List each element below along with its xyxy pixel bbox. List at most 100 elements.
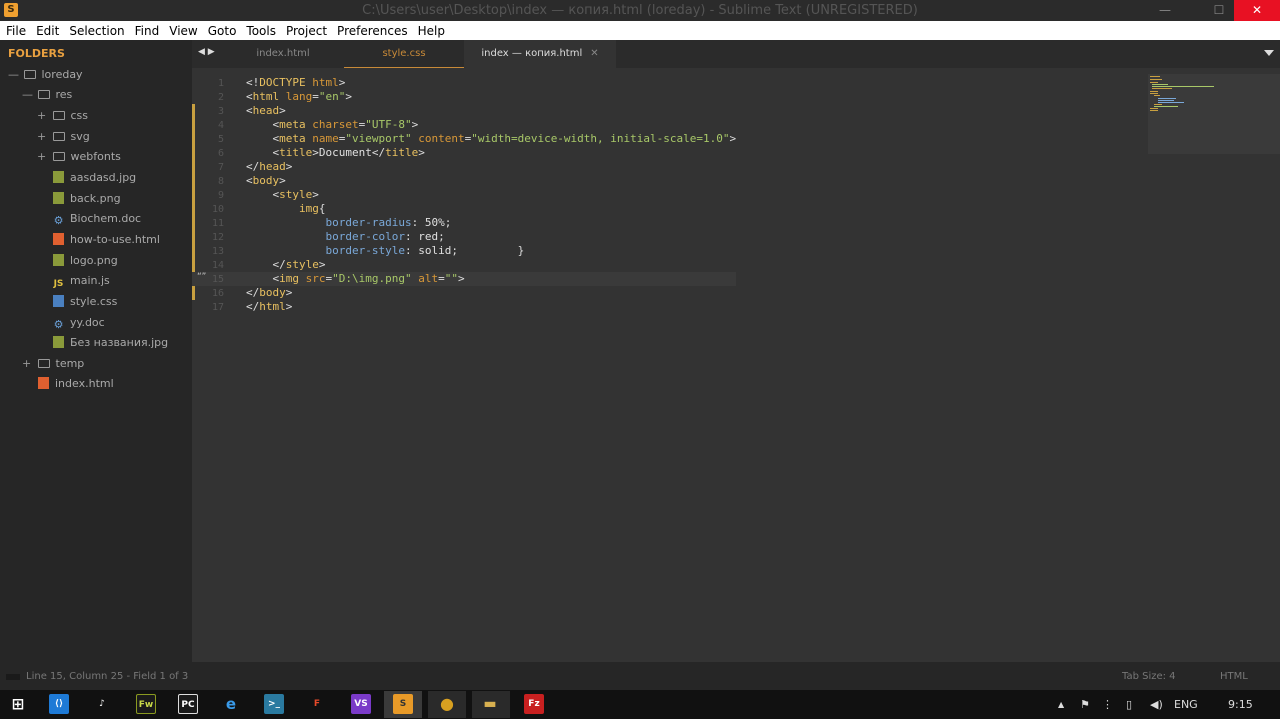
folder-loreday[interactable]: — loreday <box>8 65 83 85</box>
code-area[interactable]: 1 <!DOCTYPE html> 2 <html lang="en"> 3 <hea… <box>192 76 737 314</box>
file-back-png[interactable]: back.png <box>53 189 121 209</box>
title-bar: S C:\Users\user\Desktop\index — копия.ht… <box>0 0 1280 21</box>
flag-icon[interactable]: ⚑ <box>1080 698 1090 711</box>
tab-label: index — копия.html <box>481 48 583 59</box>
code-line: 3 <head> <box>217 104 286 117</box>
fireworks-icon[interactable]: Fw <box>136 694 156 714</box>
edge-icon[interactable]: e <box>221 694 241 714</box>
close-button[interactable]: ✕ <box>1234 0 1280 21</box>
menu-help[interactable]: Help <box>418 24 445 38</box>
menu-tools[interactable]: Tools <box>246 24 276 38</box>
minimize-button[interactable]: — <box>1142 0 1188 21</box>
windows-start-icon[interactable]: ⊞ <box>8 694 28 714</box>
menu-find[interactable]: Find <box>135 24 160 38</box>
folder-icon <box>52 132 65 141</box>
file-index-html[interactable]: index.html <box>38 374 114 394</box>
menu-edit[interactable]: Edit <box>36 24 59 38</box>
collapse-icon[interactable]: — <box>8 65 20 85</box>
tab-label: style.css <box>382 48 426 59</box>
clock[interactable]: 9:15 <box>1228 698 1253 711</box>
panel-toggle-icon[interactable] <box>6 674 20 680</box>
folder-res[interactable]: — res <box>22 85 72 105</box>
file-biochem-doc[interactable]: ⚙ Biochem.doc <box>53 209 142 229</box>
image-file-icon <box>53 171 64 183</box>
tiktok-icon[interactable]: ♪ <box>92 694 112 714</box>
code-line: 1 <!DOCTYPE html> <box>217 76 346 89</box>
file-logo-png[interactable]: logo.png <box>53 251 118 271</box>
collapse-icon[interactable]: — <box>22 85 34 105</box>
sublime-text-icon[interactable]: S <box>393 694 413 714</box>
code-line: 7 </head> <box>217 160 293 173</box>
folder-temp[interactable]: + temp <box>22 354 84 374</box>
tab-close-icon[interactable]: ✕ <box>590 48 598 59</box>
expand-icon[interactable]: + <box>37 127 49 147</box>
network-icon[interactable]: ⋮ <box>1102 698 1113 711</box>
menu-view[interactable]: View <box>169 24 197 38</box>
tab-dropdown-icon[interactable] <box>1264 50 1274 56</box>
file-label: yy.doc <box>70 316 105 329</box>
file-how-to-use-html[interactable]: how-to-use.html <box>53 230 160 250</box>
file-yy-doc[interactable]: ⚙ yy.doc <box>53 313 105 333</box>
taskbar: ⊞ ⟨⟩ ♪ Fw PC e >_ F VS S ● ▬ Fz ▲ ⚑ ⋮ ▯ … <box>0 690 1280 719</box>
code-line: 6 <title>Document</title> <box>217 146 425 159</box>
tab-nav-arrows[interactable]: ◀ ▶ <box>198 47 215 57</box>
file-label: Biochem.doc <box>70 212 142 225</box>
file-explorer-icon[interactable]: ▬ <box>480 694 500 714</box>
gear-icon: ⚙ <box>53 214 64 227</box>
battery-icon[interactable]: ▯ <box>1126 698 1132 711</box>
tab-index-html[interactable]: index.html <box>224 40 342 68</box>
tab-index-kopiya-html[interactable]: index — копия.html ✕ <box>464 40 616 68</box>
folder-label: loreday <box>41 68 83 81</box>
code-line: 2 <html lang="en"> <box>217 90 352 103</box>
visual-studio-icon[interactable]: VS <box>351 694 371 714</box>
sidebar-header: FOLDERS <box>8 47 65 60</box>
folder-icon <box>52 152 65 161</box>
folder-svg[interactable]: + svg <box>37 127 90 147</box>
minimap[interactable] <box>1148 74 1280 154</box>
window-title: C:\Users\user\Desktop\index — копия.html… <box>362 3 918 18</box>
menu-bar: File Edit Selection Find View Goto Tools… <box>0 21 1280 40</box>
code-editor[interactable]: 1 <!DOCTYPE html> 2 <html lang="en"> 3 <hea… <box>192 68 1280 662</box>
tab-size-selector[interactable]: Tab Size: 4 <box>1122 671 1176 682</box>
folder-icon <box>23 70 36 79</box>
figma-icon[interactable]: F <box>307 694 327 714</box>
css-file-icon <box>53 295 64 307</box>
language-indicator[interactable]: ENG <box>1174 698 1198 711</box>
sidebar: FOLDERS — loreday — res + css + svg + we… <box>0 40 192 662</box>
file-style-css[interactable]: style.css <box>53 292 117 312</box>
menu-project[interactable]: Project <box>286 24 327 38</box>
menu-preferences[interactable]: Preferences <box>337 24 408 38</box>
pycharm-icon[interactable]: PC <box>178 694 198 714</box>
vscode-icon[interactable]: ⟨⟩ <box>49 694 69 714</box>
folder-label: temp <box>55 357 85 370</box>
chrome-icon[interactable]: ● <box>437 694 457 714</box>
html-file-icon <box>38 377 49 389</box>
menu-file[interactable]: File <box>6 24 26 38</box>
file-label: Без названия.jpg <box>70 336 169 349</box>
file-aasdasd-jpg[interactable]: aasdasd.jpg <box>53 168 136 188</box>
menu-selection[interactable]: Selection <box>69 24 124 38</box>
volume-icon[interactable]: ◀) <box>1150 698 1163 711</box>
expand-icon[interactable]: + <box>37 147 49 167</box>
js-file-icon: JS <box>53 279 64 289</box>
syntax-selector[interactable]: HTML <box>1220 671 1248 682</box>
expand-icon[interactable]: + <box>22 354 34 374</box>
folder-icon <box>37 90 50 99</box>
code-line: 12 border-color: red; <box>211 230 445 243</box>
file-bez-nazvaniya-jpg[interactable]: Без названия.jpg <box>53 333 168 353</box>
tab-style-css[interactable]: style.css <box>344 40 464 68</box>
image-file-icon <box>53 336 64 348</box>
file-label: index.html <box>55 377 114 390</box>
expand-icon[interactable]: + <box>37 106 49 126</box>
terminal-icon[interactable]: >_ <box>264 694 284 714</box>
tray-chevron-icon[interactable]: ▲ <box>1058 700 1064 709</box>
folder-webfonts[interactable]: + webfonts <box>37 147 121 167</box>
image-file-icon <box>53 192 64 204</box>
filezilla-icon[interactable]: Fz <box>524 694 544 714</box>
tab-bar: ◀ ▶ index.html style.css index — копия.h… <box>192 40 1280 68</box>
folder-css[interactable]: + css <box>37 106 88 126</box>
file-main-js[interactable]: JS main.js <box>53 271 110 291</box>
code-line: 13 border-style: solid; } <box>211 244 525 257</box>
cursor-position: Line 15, Column 25 - Field 1 of 3 <box>26 671 189 682</box>
menu-goto[interactable]: Goto <box>208 24 237 38</box>
